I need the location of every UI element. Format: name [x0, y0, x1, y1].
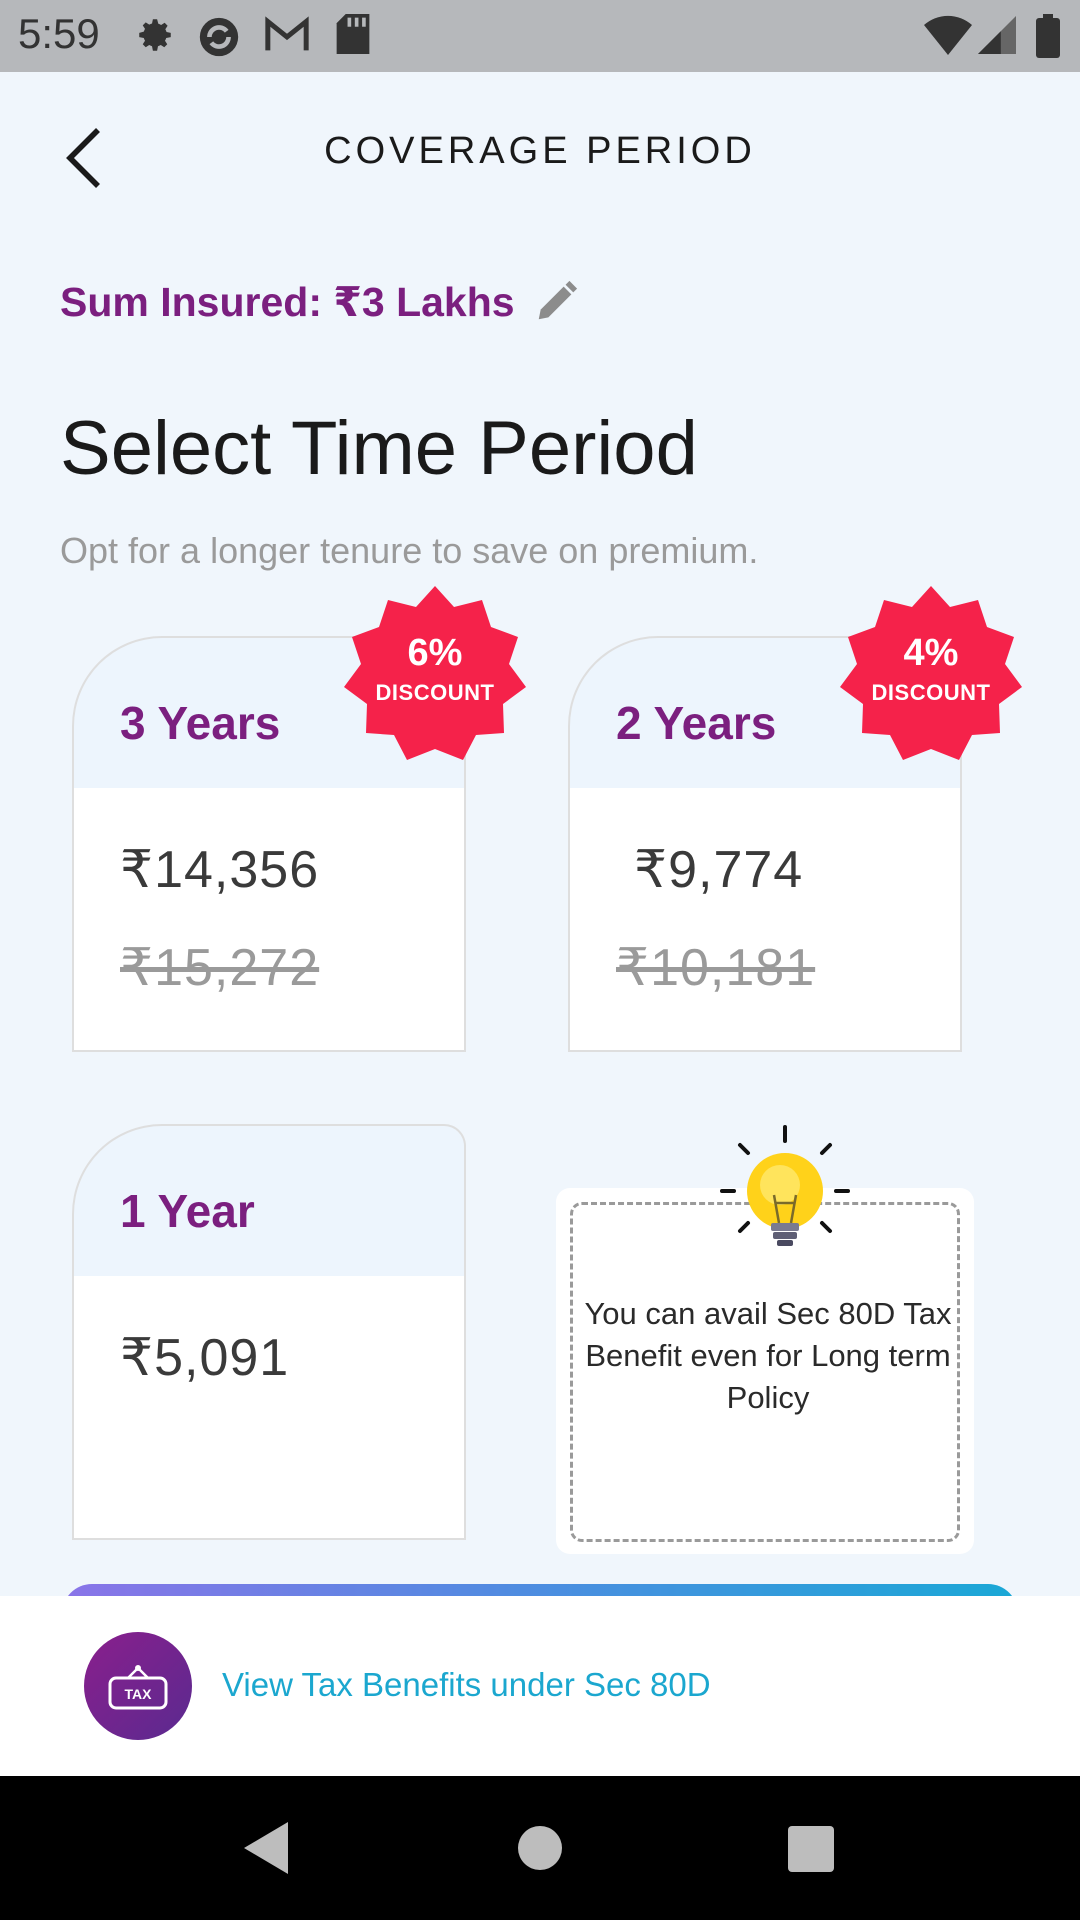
system-nav-bar — [0, 1776, 1080, 1920]
discount-badge: 6% DISCOUNT — [344, 586, 526, 768]
plan-price: ₹9,774 — [634, 841, 804, 899]
sd-card-icon — [336, 14, 370, 54]
gmail-icon — [265, 16, 309, 51]
gear-icon — [139, 19, 171, 51]
plan-card-body: ₹5,091 — [72, 1276, 466, 1540]
plan-card-body: ₹14,356 ₹15,272 — [72, 788, 466, 1052]
tax-tip-text: You can avail Sec 80D Tax Benefit even f… — [584, 1296, 952, 1415]
tax-benefits-bar[interactable]: TAX View Tax Benefits under Sec 80D — [0, 1596, 1080, 1776]
plan-old-price: ₹10,181 — [616, 939, 816, 997]
lightbulb-icon — [720, 1125, 850, 1246]
plan-label: 1 Year — [120, 1185, 255, 1237]
view-tax-benefits-link[interactable]: View Tax Benefits under Sec 80D — [222, 1666, 711, 1704]
tax-badge-icon: TAX — [84, 1632, 192, 1740]
discount-label: DISCOUNT — [375, 680, 495, 705]
badge-star-shape — [344, 586, 526, 760]
sum-insured-edit[interactable]: Sum Insured: ₹3 Lakhs — [60, 272, 579, 332]
section-subtitle: Opt for a longer tenure to save on premi… — [60, 530, 759, 571]
plan-card-body: ₹9,774 ₹10,181 — [568, 788, 962, 1052]
battery-icon — [1036, 14, 1060, 58]
plan-card-1-year[interactable]: 1 Year ₹5,091 — [72, 1124, 466, 1540]
discount-percent: 4% — [903, 632, 959, 674]
tax-tag-icon: TAX — [108, 1665, 168, 1710]
plan-card-header: 1 Year — [72, 1124, 466, 1276]
tax-badge-text: TAX — [125, 1686, 153, 1702]
pencil-icon — [538, 280, 577, 320]
nav-back-icon[interactable] — [230, 1812, 302, 1884]
badge-star-shape — [840, 586, 1022, 760]
sum-insured-label: Sum Insured: ₹3 Lakhs — [60, 279, 515, 325]
discount-label: DISCOUNT — [871, 680, 991, 705]
discount-percent: 6% — [407, 632, 463, 674]
plan-price: ₹14,356 — [120, 841, 320, 899]
status-time: 5:59 — [18, 10, 100, 57]
plan-label: 3 Years — [120, 697, 281, 749]
signal-icon — [978, 16, 1016, 54]
sync-icon — [199, 17, 239, 57]
discount-badge: 4% DISCOUNT — [840, 586, 1022, 768]
plan-old-price: ₹15,272 — [120, 939, 320, 997]
section-title: Select Time Period — [60, 406, 698, 491]
wifi-icon — [924, 15, 972, 55]
nav-recents-icon[interactable] — [774, 1812, 846, 1884]
app-screen: 5:59 COVERAGE PERIOD Sum Insured: ₹3 Lak… — [0, 0, 1080, 1920]
page-title: COVERAGE PERIOD — [324, 130, 756, 172]
nav-home-icon[interactable] — [504, 1812, 576, 1884]
status-bar: 5:59 — [0, 0, 1080, 72]
plan-price: ₹5,091 — [120, 1329, 290, 1387]
plan-label: 2 Years — [616, 697, 777, 749]
